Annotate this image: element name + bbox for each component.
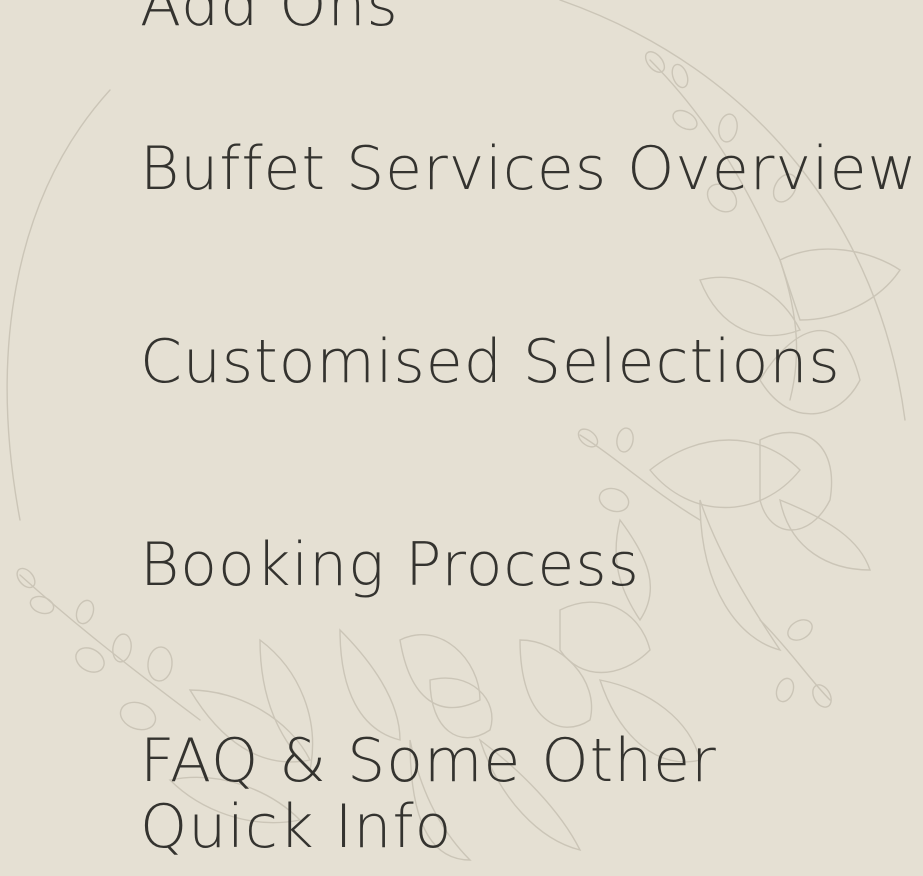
menu-link-booking-process[interactable]: Booking Process <box>140 532 640 598</box>
menu-link-faq[interactable]: FAQ & Some Other Quick Info <box>140 728 900 860</box>
menu-link-buffet-services-overview[interactable]: Buffet Services Overview <box>140 136 918 202</box>
menu-link-customised-selections[interactable]: Customised Selections <box>140 329 841 395</box>
menu-link-add-ons[interactable]: Add Ons <box>140 0 399 38</box>
